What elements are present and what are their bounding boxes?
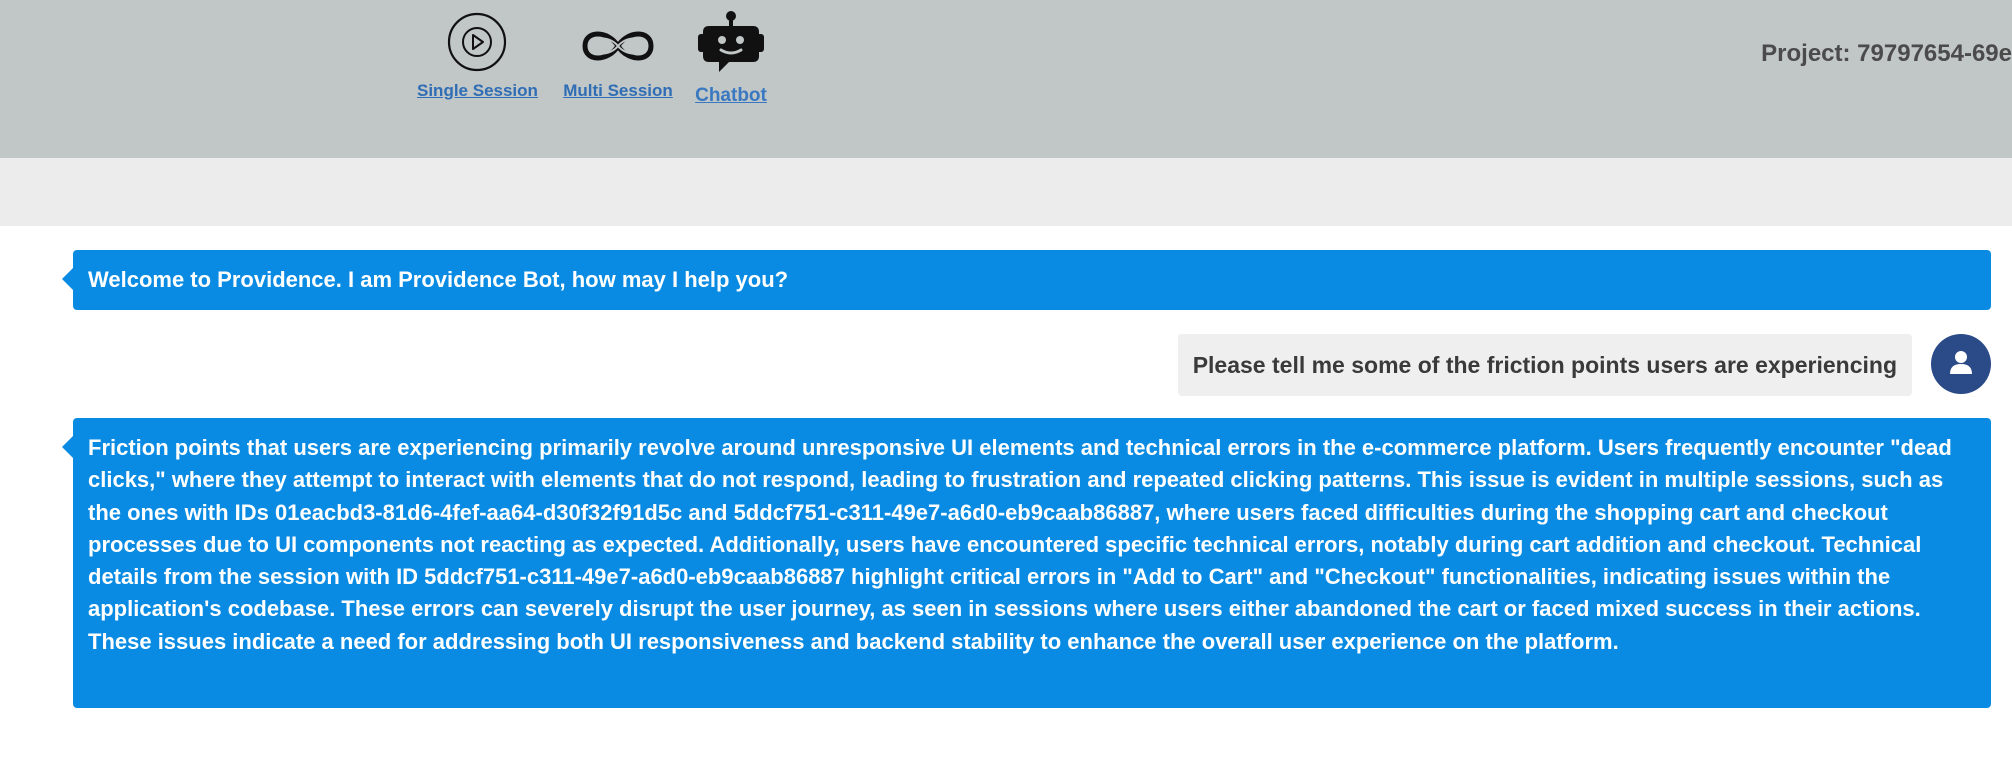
bot-welcome-message: Welcome to Providence. I am Providence B…	[62, 250, 1991, 310]
multi-session-link[interactable]: Multi Session	[563, 81, 673, 101]
nav-chatbot[interactable]: Chatbot	[695, 10, 767, 107]
play-circle-icon	[445, 10, 509, 77]
bot-welcome-text: Welcome to Providence. I am Providence B…	[88, 267, 789, 292]
avatar	[1931, 334, 1991, 394]
chatbot-link[interactable]: Chatbot	[695, 85, 767, 107]
project-id-label: Project: 79797654-69e	[1761, 40, 2012, 67]
bot-reply-text: Friction points that users are experienc…	[88, 435, 1952, 654]
single-session-link[interactable]: Single Session	[417, 81, 538, 101]
user-icon	[1948, 349, 1974, 380]
sub-header-bar	[0, 158, 2012, 226]
user-message-text: Please tell me some of the friction poin…	[1192, 352, 1897, 378]
top-navigation-bar: Single Session Multi Session Chatbot Pro…	[0, 0, 2012, 158]
nav-multi-session[interactable]: Multi Session	[563, 10, 673, 101]
infinity-icon	[563, 10, 673, 77]
bot-reply-message: Friction points that users are experienc…	[62, 418, 1991, 708]
robot-icon	[695, 10, 767, 81]
nav-single-session[interactable]: Single Session	[417, 10, 538, 101]
user-message: Please tell me some of the friction poin…	[1177, 334, 1912, 396]
